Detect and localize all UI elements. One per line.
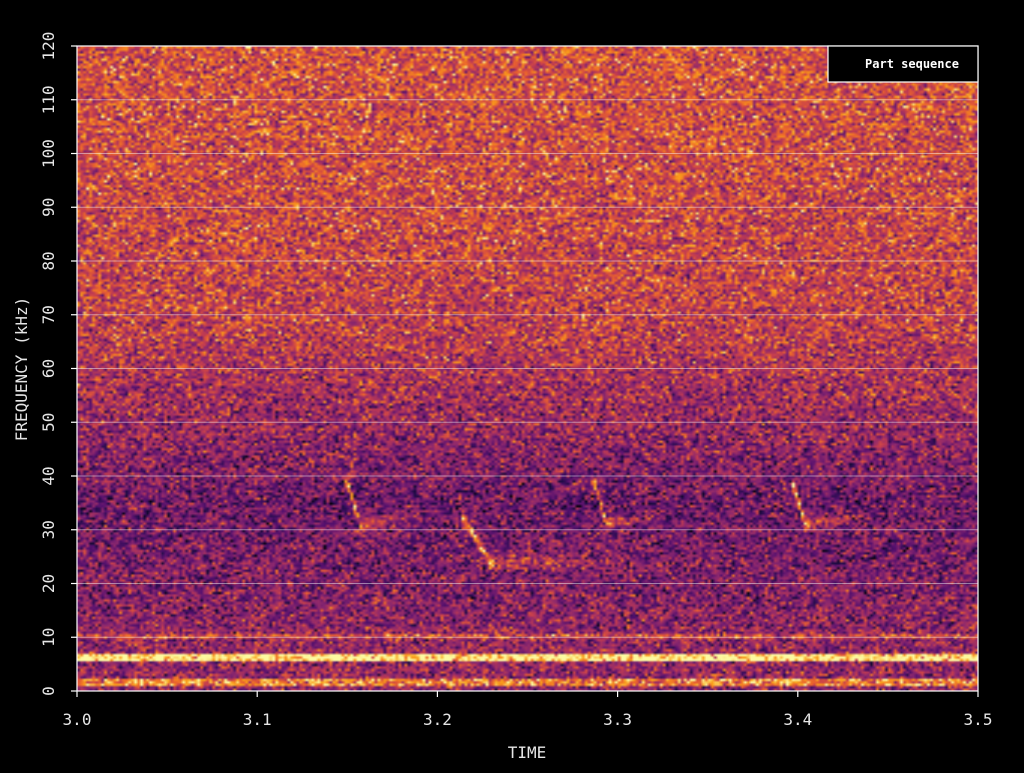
y-tick-label-120: 120 (39, 32, 58, 61)
y-tick-label-0: 0 (39, 686, 58, 696)
y-tick-label-90: 90 (39, 198, 58, 217)
y-tick-label-60: 60 (39, 359, 58, 378)
spectrogram-svg: 3.0 3.1 3.2 3.3 3.4 3.5 0 10 20 30 40 50 60 70 80 90 100… (0, 0, 1024, 768)
x-tick-label-3.1: 3.1 (243, 710, 272, 729)
y-tick-label-80: 80 (39, 251, 58, 270)
x-tick-label-3.2: 3.2 (423, 710, 452, 729)
x-tick-label-3.5: 3.5 (964, 710, 993, 729)
y-tick-label-110: 110 (39, 85, 58, 114)
y-tick-label-40: 40 (39, 466, 58, 485)
y-tick-label-10: 10 (39, 628, 58, 647)
y-tick-label-100: 100 (39, 139, 58, 168)
y-tick-label-20: 20 (39, 574, 58, 593)
spectrogram-chart: 3.0 3.1 3.2 3.3 3.4 3.5 0 10 20 30 40 50 60 70 80 90 100… (0, 0, 1024, 768)
x-axis-label: TIME (508, 743, 547, 762)
y-tick-label-50: 50 (39, 413, 58, 432)
y-tick-label-30: 30 (39, 520, 58, 539)
x-tick-label-3.3: 3.3 (603, 710, 632, 729)
legend-entry-part-sequence: Part sequence (865, 57, 959, 71)
y-axis-label: FREQUENCY (kHz) (12, 297, 31, 442)
legend: Part sequence (827, 45, 979, 83)
x-tick-label-3.0: 3.0 (63, 710, 92, 729)
x-tick-label-3.4: 3.4 (783, 710, 812, 729)
y-tick-label-70: 70 (39, 305, 58, 324)
